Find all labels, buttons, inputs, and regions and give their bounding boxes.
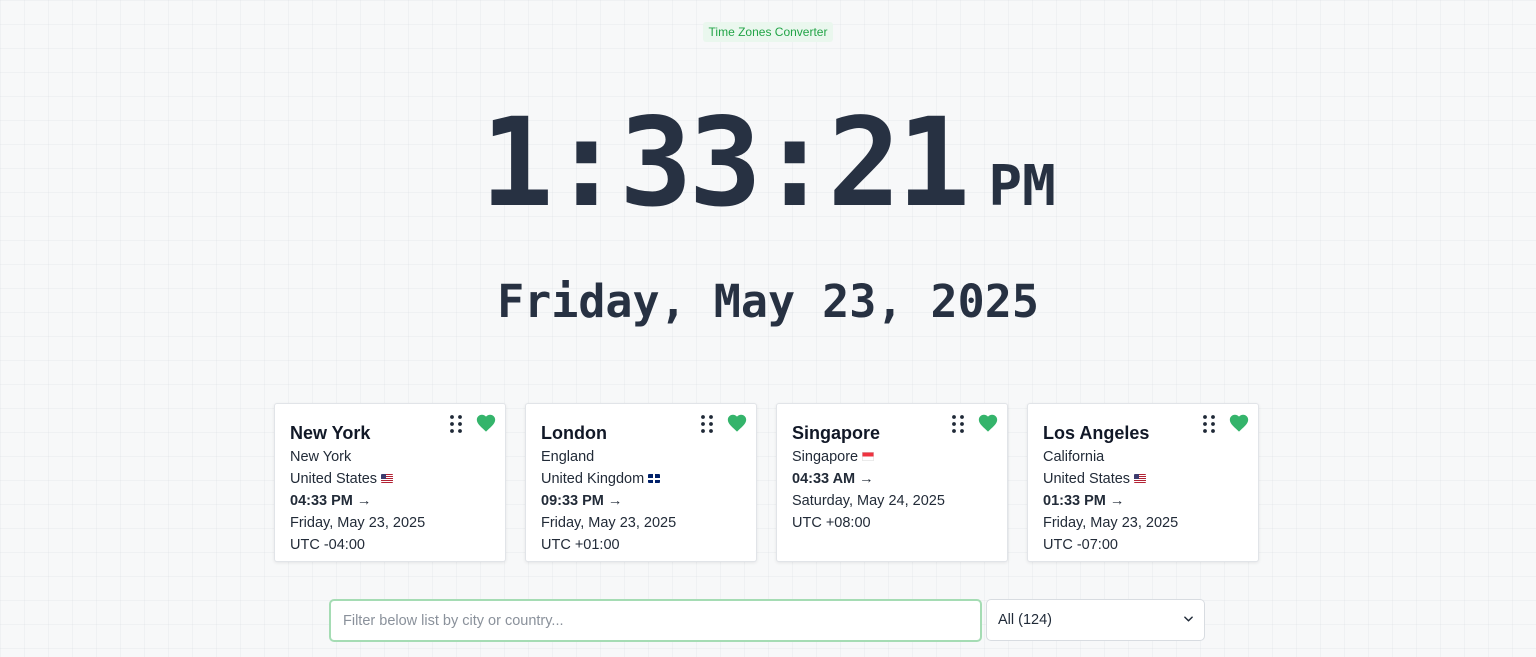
chevron-down-icon xyxy=(1184,616,1193,622)
timezone-card[interactable]: New York New York United States 04:33 PM… xyxy=(274,403,506,562)
card-time: 04:33 PM xyxy=(290,493,353,509)
timezone-card[interactable]: Singapore Singapore 04:33 AM → Saturday,… xyxy=(776,403,1008,562)
card-date: Saturday, May 24, 2025 xyxy=(792,493,945,509)
main-clock: 1:33:21 PM xyxy=(0,102,1536,224)
card-country-row: United Kingdom xyxy=(541,468,756,490)
card-region: England xyxy=(541,449,595,465)
arrow-right-icon: → xyxy=(607,493,623,509)
timezone-card[interactable]: Los Angeles California United States 01:… xyxy=(1027,403,1259,562)
card-time-row: 09:33 PM → xyxy=(541,490,756,512)
card-date: Friday, May 23, 2025 xyxy=(541,515,677,531)
us-flag-icon xyxy=(381,474,394,483)
card-time-row: 04:33 AM → xyxy=(792,468,1007,490)
card-country-row: United States xyxy=(1043,468,1258,490)
card-region: New York xyxy=(290,449,352,465)
gb-flag-icon xyxy=(648,474,661,483)
card-city: Los Angeles xyxy=(1043,423,1150,443)
card-utc-offset: UTC +01:00 xyxy=(541,537,620,553)
heart-icon[interactable] xyxy=(725,412,749,434)
clock-time: 1:33:21 xyxy=(480,92,970,234)
heart-icon[interactable] xyxy=(976,412,1000,434)
card-country: United States xyxy=(290,471,378,487)
drag-handle-icon[interactable] xyxy=(449,414,463,434)
card-country-row: United States xyxy=(290,468,505,490)
app-title-container: Time Zones Converter xyxy=(0,22,1536,42)
drag-handle-icon[interactable] xyxy=(700,414,714,434)
heart-icon[interactable] xyxy=(1227,412,1251,434)
favorites-list: New York New York United States 04:33 PM… xyxy=(274,403,1259,562)
card-time: 01:33 PM xyxy=(1043,493,1106,509)
clock-ampm: PM xyxy=(988,154,1056,219)
arrow-right-icon: → xyxy=(859,471,874,487)
card-country: United Kingdom xyxy=(541,471,645,487)
card-region: California xyxy=(1043,449,1105,465)
drag-handle-icon[interactable] xyxy=(951,414,965,434)
arrow-right-icon: → xyxy=(356,493,372,509)
arrow-right-icon: → xyxy=(1109,493,1125,509)
card-date: Friday, May 23, 2025 xyxy=(1043,515,1179,531)
card-city: London xyxy=(541,423,607,443)
card-time: 04:33 AM xyxy=(792,471,856,487)
card-utc-offset: UTC -07:00 xyxy=(1043,537,1118,553)
app-title-badge: Time Zones Converter xyxy=(702,22,834,42)
us-flag-icon xyxy=(1134,474,1147,483)
card-utc-offset: UTC +08:00 xyxy=(792,515,871,531)
card-region-row: Singapore xyxy=(792,446,1007,468)
card-city: New York xyxy=(290,423,371,443)
card-time-row: 01:33 PM → xyxy=(1043,490,1258,512)
drag-handle-icon[interactable] xyxy=(1202,414,1216,434)
card-time: 09:33 PM xyxy=(541,493,604,509)
region-filter-value: All (124) xyxy=(998,612,1052,628)
timezone-card[interactable]: London England United Kingdom 09:33 PM →… xyxy=(525,403,757,562)
region-filter-select[interactable]: All (124) xyxy=(986,599,1205,641)
current-date: Friday, May 23, 2025 xyxy=(497,275,1039,328)
card-utc-offset: UTC -04:00 xyxy=(290,537,365,553)
card-country: United States xyxy=(1043,471,1131,487)
filter-search-input[interactable] xyxy=(329,599,982,642)
filter-bar: All (124) xyxy=(329,599,1205,642)
card-time-row: 04:33 PM → xyxy=(290,490,505,512)
heart-icon[interactable] xyxy=(474,412,498,434)
card-date: Friday, May 23, 2025 xyxy=(290,515,426,531)
sg-flag-icon xyxy=(862,452,875,461)
card-city: Singapore xyxy=(792,423,881,443)
card-region: Singapore xyxy=(792,449,859,465)
